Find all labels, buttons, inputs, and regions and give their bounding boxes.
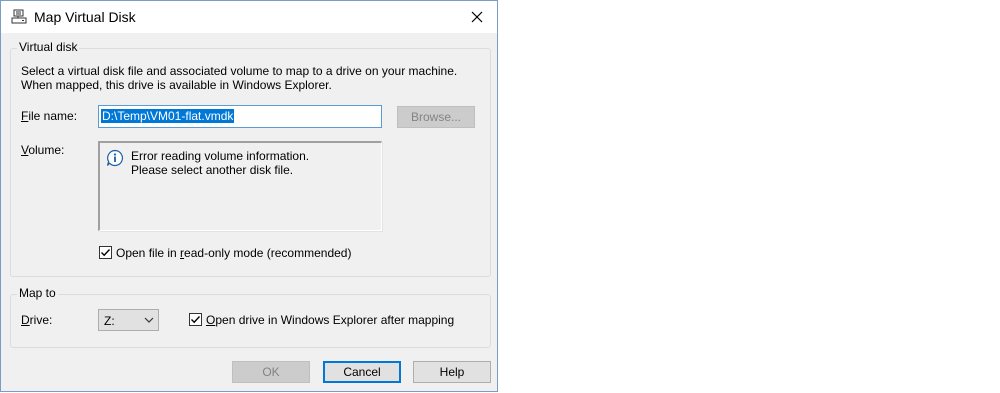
- close-button[interactable]: [457, 1, 497, 33]
- description-line-2: When mapped, this drive is available in …: [21, 78, 332, 92]
- open-explorer-label-text: pen drive in Windows Explorer after mapp…: [215, 313, 455, 327]
- drive-label-accel: D: [21, 313, 30, 327]
- volume-list[interactable]: Error reading volume information. Please…: [98, 141, 382, 231]
- help-button[interactable]: Help: [413, 361, 491, 383]
- file-name-value: D:\Temp\VM01-flat.vmdk: [101, 109, 235, 123]
- open-explorer-checkbox[interactable]: [189, 313, 202, 326]
- title-bar: Map Virtual Disk: [1, 1, 497, 33]
- ok-button[interactable]: OK: [232, 361, 310, 383]
- chevron-down-icon: [144, 317, 154, 323]
- file-name-label: File name:: [21, 109, 77, 123]
- drive-value: Z:: [104, 314, 115, 328]
- info-icon: [106, 149, 124, 167]
- cancel-button[interactable]: Cancel: [323, 361, 401, 383]
- drive-label: Drive:: [21, 313, 52, 327]
- readonly-label-pre: Open file in: [116, 246, 181, 260]
- volume-message: Error reading volume information. Please…: [131, 149, 309, 177]
- drive-label-text: rive:: [29, 313, 53, 327]
- file-name-label-text: ile name:: [28, 109, 78, 123]
- readonly-label-post: ead-only mode (recommended): [184, 246, 352, 260]
- drive-select[interactable]: Z:: [98, 309, 159, 331]
- readonly-label[interactable]: Open file in read-only mode (recommended…: [116, 246, 351, 260]
- check-icon: [101, 249, 111, 257]
- file-name-input[interactable]: D:\Temp\VM01-flat.vmdk: [98, 105, 382, 128]
- map-virtual-disk-dialog: Map Virtual Disk Virtual disk Select a v…: [0, 0, 498, 392]
- map-disk-icon: [11, 9, 27, 25]
- open-explorer-label[interactable]: Open drive in Windows Explorer after map…: [206, 313, 454, 327]
- browse-button[interactable]: Browse...: [397, 106, 475, 128]
- map-to-group-label: Map to: [17, 286, 58, 300]
- volume-message-line-2: Please select another disk file.: [131, 163, 294, 177]
- volume-label: Volume:: [21, 143, 64, 157]
- open-explorer-label-accel: O: [206, 313, 216, 327]
- description-line-1: Select a virtual disk file and associate…: [21, 64, 458, 78]
- volume-message-line-1: Error reading volume information.: [131, 149, 310, 163]
- close-icon: [471, 11, 483, 23]
- virtual-disk-group-label: Virtual disk: [17, 40, 80, 54]
- check-icon: [191, 316, 201, 324]
- virtual-disk-description: Select a virtual disk file and associate…: [21, 64, 457, 92]
- window-title: Map Virtual Disk: [34, 9, 136, 25]
- readonly-checkbox[interactable]: [99, 246, 112, 259]
- volume-label-text: olume:: [28, 143, 65, 157]
